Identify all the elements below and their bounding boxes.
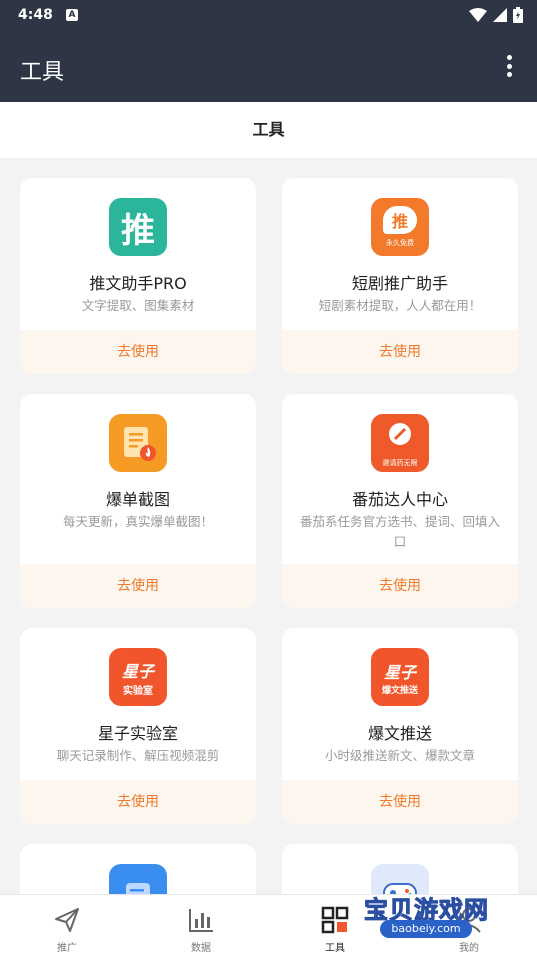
tool-desc: 小时级推送新文、爆款文章	[324, 748, 475, 763]
tool-name: 爆文推送	[367, 724, 432, 743]
tool-desc: 文字提取、图集素材	[81, 298, 195, 313]
icon-subtext: 实验室	[123, 685, 153, 697]
tui-icon: 推	[109, 198, 167, 256]
tool-name: 推文助手PRO	[89, 274, 187, 293]
tool-name: 星子实验室	[97, 724, 178, 743]
tool-desc: 聊天记录制作、解压视频混剪	[56, 748, 220, 763]
grid-icon	[321, 906, 349, 934]
use-button[interactable]: 去使用	[20, 780, 256, 824]
tool-card-screenshots[interactable]: 爆单截图 每天更新，真实爆单截图！ 去使用	[20, 394, 256, 608]
nav-item-data[interactable]: 数据	[134, 895, 268, 956]
tool-name: 短剧推广助手	[351, 274, 448, 293]
tool-card-push[interactable]: 星子 爆文推送 爆文推送 小时级推送新文、爆款文章 去使用	[282, 628, 518, 824]
use-button[interactable]: 去使用	[282, 330, 518, 374]
tomato-shape-icon	[389, 423, 411, 445]
tool-name: 番茄达人中心	[351, 490, 448, 509]
section-title: 工具	[252, 120, 285, 139]
app-bar: 工具	[0, 30, 537, 102]
more-dot-icon	[506, 72, 512, 77]
tool-card-tomato[interactable]: 邀请药无限 番茄达人中心 番茄系任务官方选书、提词、回填入口 去使用	[282, 394, 518, 608]
xingzi-push-icon: 星子 爆文推送	[371, 648, 429, 706]
nav-label: 数据	[191, 943, 211, 954]
notification-badge: A	[66, 9, 78, 21]
tool-desc: 每天更新，真实爆单截图！	[62, 514, 213, 529]
icon-subtext: 邀请药无限	[371, 454, 429, 472]
document-icon	[124, 427, 156, 461]
watermark-logo: 宝贝游戏网 baobeiy.com	[362, 862, 506, 948]
tomato-badge-icon	[371, 414, 429, 454]
more-options-button[interactable]	[499, 52, 519, 80]
status-bar: 4:48 A	[0, 0, 537, 30]
chat-bubble-icon	[126, 883, 150, 894]
status-time: 4:48	[18, 7, 53, 23]
nav-label: 推广	[57, 943, 77, 954]
use-button[interactable]: 去使用	[20, 564, 256, 608]
short-drama-icon: 推 永久免费	[371, 198, 429, 256]
more-dot-icon	[506, 63, 512, 69]
signal-icon	[493, 8, 507, 22]
battery-icon	[513, 7, 523, 23]
tool-card-tuiwen[interactable]: 推 推文助手PRO 文字提取、图集素材 去使用	[20, 178, 256, 374]
status-icons	[469, 7, 523, 23]
use-button[interactable]: 去使用	[20, 330, 256, 374]
document-fire-icon	[109, 414, 167, 472]
tool-card-chat[interactable]	[20, 844, 256, 894]
icon-subtext: 爆文推送	[381, 685, 418, 696]
xingzi-lab-icon: 星子 实验室	[109, 648, 167, 706]
tool-desc: 番茄系任务官方选书、提词、回填入口	[299, 514, 500, 549]
use-button[interactable]: 去使用	[282, 780, 518, 824]
wifi-icon	[469, 8, 487, 22]
tool-name: 爆单截图	[105, 490, 170, 509]
section-header: 工具	[0, 102, 537, 158]
tomato-icon: 邀请药无限	[371, 414, 429, 472]
icon-glyph: 推	[121, 210, 155, 251]
icon-glyph: 星子	[383, 662, 416, 682]
icon-play-bubble: 推	[383, 206, 417, 234]
app-title: 工具	[20, 60, 65, 85]
watermark-url: baobeiy.com	[380, 920, 472, 938]
chat-doc-icon	[109, 864, 167, 894]
nav-item-promote[interactable]: 推广	[0, 895, 134, 956]
tool-desc: 短剧素材提取，人人都在用！	[318, 298, 482, 313]
use-button[interactable]: 去使用	[282, 564, 518, 608]
tool-card-short-drama[interactable]: 推 永久免费 短剧推广助手 短剧素材提取，人人都在用！ 去使用	[282, 178, 518, 374]
tools-grid: 推 推文助手PRO 文字提取、图集素材 去使用 推 永久免费 短剧推广助手 短剧…	[0, 158, 537, 894]
send-icon	[55, 908, 79, 932]
icon-subtext: 永久免费	[386, 239, 414, 247]
tool-card-xingzi-lab[interactable]: 星子 实验室 星子实验室 聊天记录制作、解压视频混剪 去使用	[20, 628, 256, 824]
icon-glyph: 推	[391, 212, 408, 231]
more-dot-icon	[506, 55, 512, 60]
bar-chart-icon	[189, 909, 213, 932]
icon-glyph: 星子	[121, 661, 154, 681]
